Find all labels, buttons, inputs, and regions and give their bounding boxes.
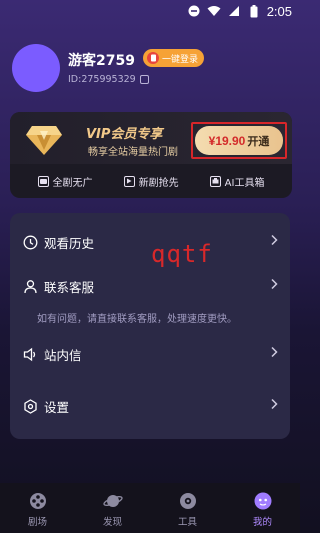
- watermark-text: qqtf: [151, 240, 213, 268]
- menu-label: 观看历史: [44, 235, 95, 251]
- tool-gear-icon: [178, 491, 198, 511]
- phone-login-icon: [147, 52, 159, 64]
- user-id: ID:275995329: [68, 74, 149, 85]
- settings-icon: [22, 398, 38, 414]
- menu-item-history[interactable]: 观看历史: [10, 222, 290, 262]
- vip-price: ¥19.90: [208, 133, 246, 148]
- battery-icon: [247, 4, 261, 18]
- username: 游客2759: [68, 53, 135, 69]
- ai-toolbox-icon: [209, 175, 221, 187]
- chevron-right-icon: [270, 234, 278, 250]
- user-icon: [22, 278, 38, 294]
- chevron-right-icon: [270, 398, 278, 414]
- chevron-right-icon: [270, 278, 278, 294]
- play-icon: [123, 175, 135, 187]
- tab-label: 发现: [102, 517, 122, 528]
- vip-subtitle: 畅享全站海量热门剧: [88, 147, 178, 158]
- avatar[interactable]: [12, 44, 60, 92]
- perk-new-first[interactable]: 新剧抢先: [123, 174, 179, 189]
- vip-diamond-icon: [24, 120, 64, 158]
- perk-ad-free[interactable]: 全剧无广: [37, 174, 93, 189]
- login-chip-label: 一键登录: [162, 54, 199, 65]
- one-click-login-button[interactable]: 一键登录: [143, 49, 205, 67]
- planet-icon: [102, 491, 123, 511]
- ad-free-icon: [37, 175, 49, 187]
- vip-banner[interactable]: VIP会员专享 畅享全站海量热门剧 ¥19.90 开通: [10, 112, 292, 164]
- user-id-text: ID:275995329: [68, 74, 136, 85]
- menu-card: 观看历史 qqtf 联系客服 如有问题，请直接联系客服，处理速度更快。 站内信 …: [10, 213, 290, 439]
- vip-open-label: 开通: [247, 134, 270, 148]
- perk-label: 全剧无广: [52, 177, 93, 189]
- vip-open-button[interactable]: ¥19.90 开通: [195, 126, 283, 155]
- do-not-disturb-icon: [187, 4, 201, 18]
- status-bar: 2:05: [0, 0, 300, 22]
- wifi-icon: [207, 4, 221, 18]
- profile-header: 游客2759 一键登录 ID:275995329: [12, 44, 288, 94]
- service-note: 如有问题，请直接联系客服，处理速度更快。: [37, 314, 237, 325]
- vip-title: VIP会员专享: [86, 127, 163, 142]
- tab-label: 工具: [177, 517, 197, 528]
- profile-face-icon: [253, 491, 273, 511]
- tab-label: 剧场: [27, 517, 47, 528]
- signal-icon: [227, 4, 241, 18]
- status-time: 2:05: [266, 3, 292, 19]
- history-clock-icon: [22, 234, 38, 250]
- perk-label: AI工具箱: [224, 177, 265, 189]
- menu-label: 联系客服: [44, 279, 95, 295]
- copy-icon[interactable]: [139, 75, 149, 84]
- menu-item-inbox[interactable]: 站内信: [10, 334, 290, 374]
- menu-label: 设置: [44, 399, 70, 415]
- vip-card: VIP会员专享 畅享全站海量热门剧 ¥19.90 开通 全剧无广 新剧抢先 AI…: [10, 112, 292, 198]
- vip-perks: 全剧无广 新剧抢先 AI工具箱: [10, 166, 292, 196]
- tab-mine[interactable]: 我的: [233, 491, 293, 528]
- film-reel-icon: [28, 491, 48, 511]
- tab-label: 我的: [252, 517, 272, 528]
- vip-open-highlight: ¥19.90 开通: [191, 122, 287, 159]
- tab-theater[interactable]: 剧场: [8, 491, 68, 528]
- bottom-tab-bar: 剧场 发现 工具 我的: [0, 483, 300, 533]
- menu-item-contact-service[interactable]: 联系客服: [10, 266, 290, 306]
- speaker-icon: [22, 346, 38, 362]
- chevron-right-icon: [270, 346, 278, 362]
- tab-discover[interactable]: 发现: [83, 491, 143, 528]
- perk-ai-toolbox[interactable]: AI工具箱: [209, 174, 265, 189]
- menu-label: 站内信: [44, 347, 82, 363]
- perk-label: 新剧抢先: [138, 177, 179, 189]
- menu-item-settings[interactable]: 设置: [10, 386, 290, 426]
- tab-tools[interactable]: 工具: [158, 491, 218, 528]
